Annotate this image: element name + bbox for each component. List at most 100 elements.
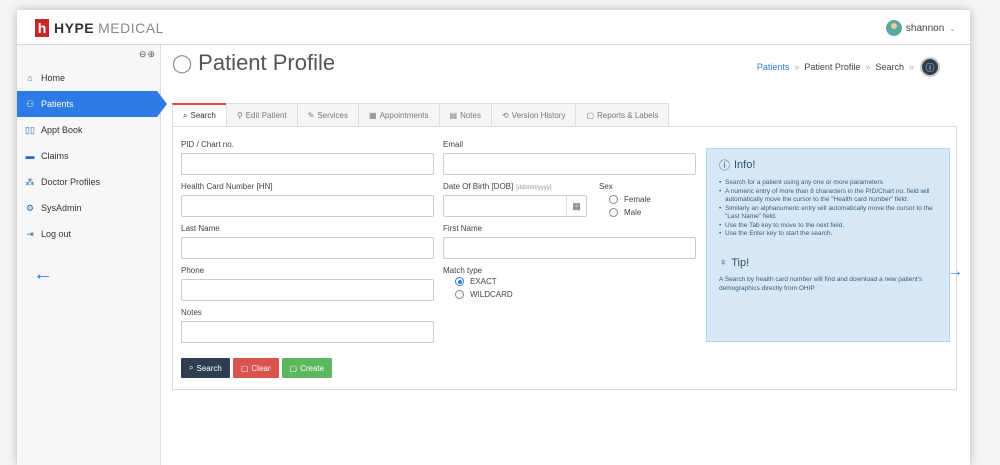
create-icon: ▢ bbox=[289, 363, 298, 373]
phone-input[interactable] bbox=[181, 279, 434, 301]
tab-label: Services bbox=[317, 110, 349, 120]
sidebar: ⊖⊕ ⌂ Home ⚇ Patients ▯▯ Appt Book ▬ Clai… bbox=[17, 45, 167, 465]
sidebar-item-claims[interactable]: ▬ Claims bbox=[17, 143, 161, 169]
match-wildcard-radio[interactable] bbox=[455, 290, 464, 299]
match-type-group: Match type EXACT WILDCARD bbox=[443, 266, 563, 303]
sidebar-nav: ⌂ Home ⚇ Patients ▯▯ Appt Book ▬ Claims … bbox=[17, 65, 167, 247]
user-menu[interactable]: shannon ⌄ bbox=[885, 20, 956, 36]
last-name-label: Last Name bbox=[181, 224, 220, 233]
notes-icon: ▤ bbox=[449, 110, 458, 120]
dob-input[interactable]: ▦ bbox=[443, 195, 587, 217]
match-exact-option[interactable]: EXACT bbox=[455, 277, 563, 286]
breadcrumb-separator: » bbox=[908, 62, 914, 72]
clear-icon: ▢ bbox=[240, 363, 249, 373]
sex-female-option[interactable]: Female bbox=[609, 195, 689, 204]
info-box: ⓘ Info! Search for a patient using any o… bbox=[706, 148, 950, 342]
match-exact-radio[interactable] bbox=[455, 277, 464, 286]
create-button[interactable]: ▢ Create bbox=[281, 358, 333, 378]
sidebar-item-label: SysAdmin bbox=[41, 203, 82, 213]
list-item: Use the Tab key to move to the next fiel… bbox=[719, 222, 937, 231]
sidebar-item-appt-book[interactable]: ▯▯ Appt Book bbox=[17, 117, 161, 143]
sidebar-item-label: Patients bbox=[41, 99, 74, 109]
email-field-group: Email bbox=[443, 140, 696, 175]
breadcrumb-separator: » bbox=[865, 62, 871, 72]
sex-male-radio[interactable] bbox=[609, 208, 618, 217]
breadcrumb-patient-profile[interactable]: Patient Profile bbox=[804, 62, 860, 72]
breadcrumb-separator: » bbox=[794, 62, 800, 72]
list-item: A numeric entry of more than 8 character… bbox=[719, 188, 937, 205]
sitemap-icon: ⁂ bbox=[25, 176, 35, 187]
sidebar-item-home[interactable]: ⌂ Home bbox=[17, 65, 161, 91]
search-button-label: Search bbox=[196, 363, 222, 373]
sidebar-item-doctor-profiles[interactable]: ⁂ Doctor Profiles bbox=[17, 169, 161, 195]
patients-icon: ⚇ bbox=[25, 98, 35, 109]
tip-text: A Search by health card number will find… bbox=[719, 275, 923, 292]
hcn-input[interactable] bbox=[181, 195, 434, 217]
last-name-input[interactable] bbox=[181, 237, 434, 259]
tab-label: Search bbox=[190, 111, 216, 120]
pid-field-group: PID / Chart no. bbox=[181, 140, 434, 175]
tab-search[interactable]: ⌕ Search bbox=[172, 103, 227, 126]
search-icon: ⌕ bbox=[183, 110, 188, 120]
user-edit-icon: ⚲ bbox=[236, 110, 243, 120]
sidebar-item-logout[interactable]: ⇥ Log out bbox=[17, 221, 161, 247]
user-name: shannon bbox=[905, 22, 945, 34]
match-wildcard-option[interactable]: WILDCARD bbox=[455, 290, 563, 299]
sidebar-item-sysadmin[interactable]: ⚙ SysAdmin bbox=[17, 195, 161, 221]
clear-button-label: Clear bbox=[251, 363, 271, 373]
first-name-field-group: First Name bbox=[443, 224, 696, 259]
sidebar-item-label: Log out bbox=[41, 229, 72, 239]
breadcrumb-search: Search bbox=[875, 62, 904, 72]
clear-button[interactable]: ▢ Clear bbox=[232, 358, 279, 378]
sidebar-item-label: Doctor Profiles bbox=[41, 177, 101, 187]
hcn-field-group: Health Card Number [HN] bbox=[181, 182, 434, 217]
info-heading: ⓘ Info! bbox=[719, 157, 937, 173]
history-icon: ⟲ bbox=[501, 110, 509, 120]
help-button[interactable]: ⓘ bbox=[920, 57, 940, 77]
match-wildcard-label: WILDCARD bbox=[470, 290, 513, 299]
action-buttons: ⌕ Search ▢ Clear ▢ Create bbox=[181, 358, 335, 378]
breadcrumb-patients[interactable]: Patients bbox=[757, 62, 790, 72]
sex-female-label: Female bbox=[624, 195, 651, 204]
phone-field-group: Phone bbox=[181, 266, 434, 301]
email-label: Email bbox=[443, 140, 464, 149]
avatar bbox=[885, 20, 902, 36]
tab-version-history[interactable]: ⟲ Version History bbox=[490, 103, 577, 126]
forward-arrow-icon[interactable]: → bbox=[947, 263, 963, 281]
top-bar: h HYPE MEDICAL shannon ⌄ bbox=[17, 10, 970, 45]
dob-field-group: Date Of Birth [DOB] [dd/mm/yyyy] ▦ bbox=[443, 182, 587, 217]
notes-field-group: Notes bbox=[181, 308, 434, 343]
list-item: Similarly an alphanumeric entry will aut… bbox=[719, 205, 937, 222]
tab-edit-patient[interactable]: ⚲ Edit Patient bbox=[225, 103, 298, 126]
tab-services[interactable]: ✎ Services bbox=[296, 103, 360, 126]
sex-female-radio[interactable] bbox=[609, 195, 618, 204]
briefcase-icon: ▬ bbox=[25, 151, 35, 161]
sex-male-label: Male bbox=[624, 208, 642, 217]
sidebar-item-patients[interactable]: ⚇ Patients bbox=[17, 91, 167, 117]
first-name-input[interactable] bbox=[443, 237, 696, 259]
book-icon: ▯▯ bbox=[25, 124, 35, 135]
notes-label: Notes bbox=[181, 308, 202, 317]
calendar-icon[interactable]: ▦ bbox=[566, 196, 586, 216]
user-icon: ◯ bbox=[172, 52, 193, 73]
tab-reports-labels[interactable]: ▢ Reports & Labels bbox=[575, 103, 670, 126]
tab-appointments[interactable]: ▦ Appointments bbox=[358, 103, 440, 126]
collapse-toggle-icon[interactable]: ⊖⊕ bbox=[139, 49, 156, 60]
sex-male-option[interactable]: Male bbox=[609, 208, 689, 217]
tab-label: Reports & Labels bbox=[597, 110, 659, 120]
logo[interactable]: h HYPE MEDICAL bbox=[35, 18, 164, 38]
tab-notes[interactable]: ▤ Notes bbox=[438, 103, 492, 126]
email-input[interactable] bbox=[443, 153, 696, 175]
page-title: Patient Profile bbox=[198, 50, 336, 75]
list-item: Search for a patient using any one or mo… bbox=[719, 179, 937, 188]
sidebar-item-label: Home bbox=[41, 73, 66, 83]
tab-label: Version History bbox=[511, 110, 566, 120]
search-panel: PID / Chart no. Email Health Card Number… bbox=[172, 126, 957, 390]
back-arrow-icon[interactable]: ← bbox=[33, 263, 53, 286]
notes-input[interactable] bbox=[181, 321, 434, 343]
info-icon: ⓘ bbox=[719, 160, 730, 172]
search-icon: ⌕ bbox=[189, 363, 194, 372]
dob-hint: [dd/mm/yyyy] bbox=[516, 185, 552, 191]
pid-input[interactable] bbox=[181, 153, 434, 175]
search-button[interactable]: ⌕ Search bbox=[181, 358, 230, 378]
